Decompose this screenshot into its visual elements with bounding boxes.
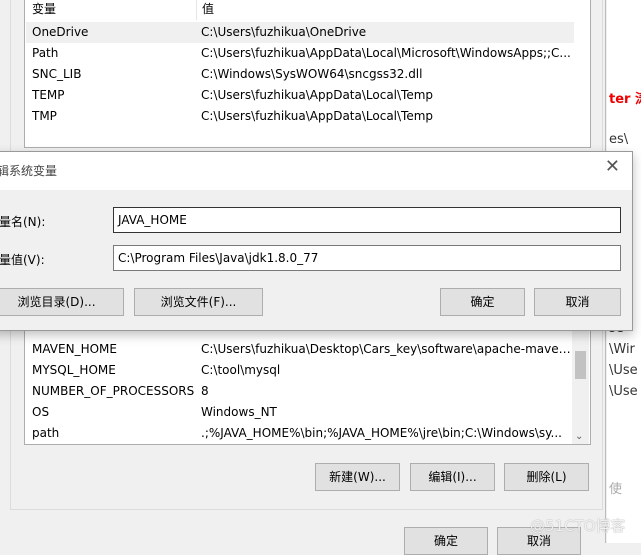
var-value: Windows_NT — [201, 405, 277, 419]
variable-name-input[interactable]: JAVA_HOME — [113, 207, 621, 233]
var-name: NUMBER_OF_PROCESSORS — [32, 384, 195, 398]
var-value: .;%JAVA_HOME%\bin;%JAVA_HOME%\jre\bin;C:… — [201, 426, 562, 440]
list-item[interactable]: TMP C:\Users\fuzhikua\AppData\Local\Temp — [26, 106, 574, 127]
browse-file-button[interactable]: 浏览文件(F)... — [134, 288, 263, 316]
list-item[interactable]: NUMBER_OF_PROCESSORS 8 — [26, 381, 574, 402]
dialog-title: 编辑系统变量 — [0, 164, 58, 178]
edit-button[interactable]: 编辑(I)... — [410, 463, 495, 491]
var-value: C:\tool\mysql — [201, 363, 281, 377]
browse-directory-button[interactable]: 浏览目录(D)... — [0, 288, 124, 316]
fragment: es\ — [609, 132, 629, 147]
var-value: C:\Users\fuzhikua\OneDrive — [201, 25, 367, 39]
system-variables-list[interactable]: MAVEN_HOME C:\Users\fuzhikua\Desktop\Cars… — [24, 318, 591, 445]
edit-system-variable-dialog: 编辑系统变量 ✕ 变量名(N): JAVA_HOME 变量值(V): C:\Pr… — [0, 151, 633, 331]
delete-button[interactable]: 删除(L) — [504, 463, 589, 491]
dialog-cancel-button[interactable]: 取消 — [534, 288, 621, 316]
var-name: MAVEN_HOME — [32, 342, 117, 356]
var-value: C:\Users\fuzhikua\Desktop\Cars_key\softw… — [201, 342, 573, 356]
column-header-variable[interactable]: 变量 — [32, 0, 197, 20]
var-name: OS — [32, 405, 50, 419]
list-header: 变量 值 — [26, 0, 574, 20]
list-item[interactable]: path .;%JAVA_HOME%\bin;%JAVA_HOME%\jre\bi… — [26, 423, 574, 444]
var-value: C:\Users\fuzhikua\AppData\Local\Temp — [201, 88, 434, 102]
list-item[interactable]: OneDrive C:\Users\fuzhikua\OneDrive — [26, 22, 574, 43]
fragment: 使 — [609, 482, 623, 497]
var-name: Path — [32, 46, 59, 60]
dialog-ok-button[interactable]: 确定 — [440, 288, 525, 316]
variable-name-label: 变量名(N): — [0, 215, 46, 229]
list-item[interactable]: OS Windows_NT — [26, 402, 574, 423]
var-name: OneDrive — [32, 25, 89, 39]
variable-value-input[interactable]: C:\Program Files\Java\jdk1.8.0_77 — [113, 245, 621, 271]
var-name: TMP — [32, 109, 57, 123]
fragment: \Use — [609, 363, 638, 378]
var-value: 8 — [201, 384, 209, 398]
close-icon[interactable]: ✕ — [605, 156, 620, 177]
watermark: @51CTO博客 — [530, 517, 626, 535]
list-item[interactable]: Path C:\Users\fuzhikua\AppData\Local\Micr… — [26, 43, 574, 64]
user-variables-list[interactable]: 变量 值 OneDrive C:\Users\fuzhikua\OneDrive … — [24, 0, 591, 148]
new-button[interactable]: 新建(W)... — [315, 463, 400, 491]
fragment: ter 涛 — [609, 92, 641, 107]
var-name: path — [32, 426, 60, 440]
list-item[interactable]: MAVEN_HOME C:\Users\fuzhikua\Desktop\Cars… — [26, 339, 574, 360]
variable-value-label: 变量值(V): — [0, 253, 45, 267]
fragment: \Use — [609, 384, 638, 399]
ok-button[interactable]: 确定 — [404, 527, 488, 555]
var-name: TEMP — [32, 88, 65, 102]
chevron-down-icon[interactable]: ⌄ — [575, 431, 583, 442]
list-item[interactable]: MYSQL_HOME C:\tool\mysql — [26, 360, 574, 381]
var-value: C:\Users\fuzhikua\AppData\Local\Microsof… — [201, 46, 571, 60]
var-value: C:\Users\fuzhikua\AppData\Local\Temp — [201, 109, 434, 123]
list-item[interactable]: TEMP C:\Users\fuzhikua\AppData\Local\Temp — [26, 85, 574, 106]
list-item[interactable]: SNC_LIB C:\Windows\SysWOW64\sncgss32.dll — [26, 64, 574, 85]
column-header-value[interactable]: 值 — [196, 0, 568, 20]
scrollbar-thumb[interactable] — [575, 351, 586, 379]
scrollbar[interactable]: ⌄ — [572, 319, 589, 444]
fragment: \Wir — [609, 342, 635, 357]
var-name: MYSQL_HOME — [32, 363, 116, 377]
var-value: C:\Windows\SysWOW64\sncgss32.dll — [201, 67, 423, 81]
var-name: SNC_LIB — [32, 67, 82, 81]
title-bar: 编辑系统变量 ✕ — [0, 152, 632, 190]
